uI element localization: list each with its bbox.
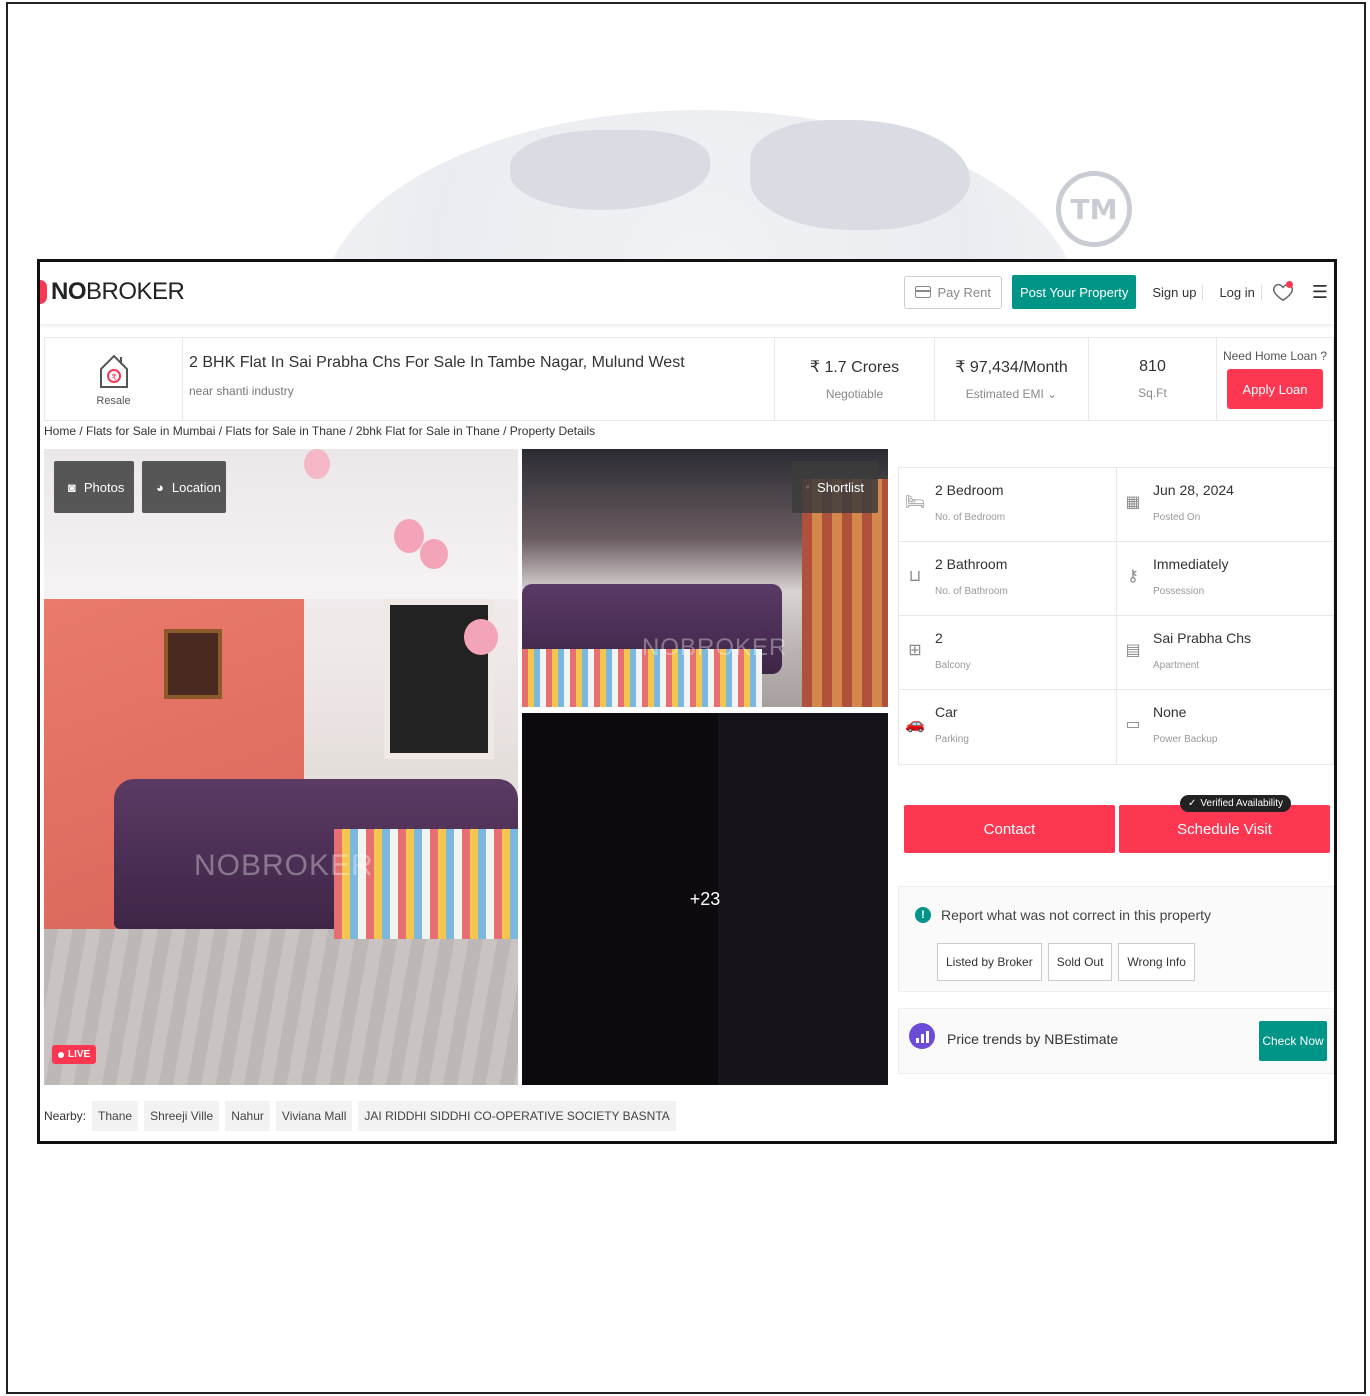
report-panel: ! Report what was not correct in this pr… [898,886,1334,992]
schedule-visit-button[interactable]: Schedule Visit [1119,805,1330,853]
report-sold-out-button[interactable]: Sold Out [1047,943,1113,981]
hamburger-menu-icon[interactable]: ☰ [1312,282,1328,303]
more-photos-tile[interactable]: +23 [522,713,888,1085]
property-details-grid: 🛏 2 Bedroom No. of Bedroom ▦ Jun 28, 2024… [898,467,1334,765]
home-loan-block: Need Home Loan ? Apply Loan [1217,338,1333,420]
camera-icon: ◙ [68,479,76,495]
property-landmark: near shanti industry [189,384,294,398]
home-loan-question: Need Home Loan ? [1222,349,1328,363]
report-heading: Report what was not correct in this prop… [941,907,1212,923]
detail-balcony: ⊞ 2 Balcony [899,616,1116,689]
trademark-mark: TM [1056,171,1132,247]
verified-availability-badge: ✓ Verified Availability [1180,795,1292,812]
price-trends-text: Price trends by NBEstimate [947,1031,1119,1047]
emi-block[interactable]: ₹ 97,434/Month Estimated EMI ⌄ [935,338,1089,420]
property-summary-bar: ₹ Resale 2 BHK Flat In Sai Prabha Chs Fo… [44,337,1334,421]
report-listed-by-broker-button[interactable]: Listed by Broker [937,943,1042,981]
apply-loan-button[interactable]: Apply Loan [1227,369,1323,409]
nobroker-logo[interactable]: NOBROKER [40,278,185,306]
contact-actions: Contact Schedule Visit [904,805,1330,853]
key-icon: ⚷ [1127,568,1139,585]
detail-posted-on: ▦ Jun 28, 2024 Posted On [1116,468,1333,541]
alert-icon: ! [915,907,931,923]
emi-label: Estimated EMI [965,387,1044,401]
photo-gallery: NOBROKER NOBROKER +23 ◙ Photos ◕ Locatio… [44,449,888,1085]
nearby-bar: Nearby: Thane Shreeji Ville Nahur Vivian… [44,1099,888,1133]
live-dot-icon [58,1051,64,1058]
detail-possession: ⚷ Immediately Possession [1116,542,1333,615]
pay-rent-button[interactable]: Pay Rent [904,275,1002,309]
details-row: 🚗 Car Parking ▭ None Power Backup [899,690,1333,764]
bathtub-icon: ⊔ [908,568,922,585]
screenshot-window: NOBROKER Pay Rent Post Your Property Sig… [37,259,1337,1144]
price-block: ₹ 1.7 Crores Negotiable [775,338,935,420]
building-icon: ▤ [1125,642,1141,659]
area-block: 810 Sq.Ft [1089,338,1217,420]
details-row: ⊔ 2 Bathroom No. of Bathroom ⚷ Immediatel… [899,542,1333,616]
bar-chart-icon [909,1023,935,1049]
price-trends-panel: Price trends by NBEstimate Check Now [898,1008,1334,1074]
breadcrumb[interactable]: Home / Flats for Sale in Mumbai / Flats … [44,424,595,438]
emi-value: ₹ 97,434/Month [955,359,1068,376]
heart-icon [806,485,809,489]
chevron-down-icon[interactable]: ⌄ [1047,387,1057,401]
house-rupee-icon: ₹ [99,354,128,388]
compass-icon: ◕ [156,479,164,495]
battery-icon: ▭ [1125,716,1141,733]
shortlist-heart-icon[interactable] [1272,281,1294,303]
nearby-label: Nearby: [44,1109,87,1123]
shortlist-button[interactable]: Shortlist [792,461,878,513]
log-in-link[interactable]: Log in [1213,284,1262,300]
location-button[interactable]: ◕ Location [142,461,226,513]
price-value: ₹ 1.7 Crores [809,359,900,376]
nearby-chip[interactable]: JAI RIDDHI SIDDHI CO-OPERATIVE SOCIETY B… [358,1101,676,1131]
area-unit: Sq.Ft [1138,386,1167,400]
price-label: Negotiable [825,387,884,401]
detail-parking: 🚗 Car Parking [905,704,969,745]
photos-button[interactable]: ◙ Photos [54,461,134,513]
report-wrong-info-button[interactable]: Wrong Info [1118,943,1195,981]
calendar-icon: ▦ [1125,494,1141,511]
detail-bedrooms: 🛏 2 Bedroom No. of Bedroom [904,482,1006,523]
detail-apartment: ▤ Sai Prabha Chs Apartment [1116,616,1333,689]
check-now-button[interactable]: Check Now [1259,1021,1327,1061]
more-photos-count: +23 [689,888,721,909]
contact-button[interactable]: Contact [904,805,1115,853]
report-options: Listed by Broker Sold Out Wrong Info [937,943,1195,981]
photo-watermark: NOBROKER [194,849,374,882]
post-your-property-button[interactable]: Post Your Property [1011,275,1137,309]
top-nav: Pay Rent Post Your Property Sign up Log … [904,274,1328,310]
background-globe-watermark [320,110,1080,260]
detail-power-backup: ▭ None Power Backup [1116,690,1333,764]
live-badge: LIVE [52,1045,97,1064]
details-row: ⊞ 2 Balcony ▤ Sai Prabha Chs Apartment [899,616,1333,690]
property-title-block: 2 BHK Flat In Sai Prabha Chs For Sale In… [183,338,775,420]
logo-mark-icon [40,280,47,304]
nearby-chip[interactable]: Viviana Mall [275,1101,353,1131]
balcony-icon: ⊞ [908,642,922,659]
nearby-chip[interactable]: Nahur [225,1101,270,1131]
bed-icon: 🛏 [904,494,926,511]
sign-up-link[interactable]: Sign up [1146,284,1204,300]
svg-text:₹: ₹ [111,373,116,382]
property-title: 2 BHK Flat In Sai Prabha Chs For Sale In… [189,354,685,371]
top-navbar: NOBROKER Pay Rent Post Your Property Sig… [40,262,1334,324]
resale-badge: ₹ Resale [45,338,183,420]
area-value: 810 [1139,358,1166,375]
car-icon: 🚗 [905,716,925,733]
nearby-chip[interactable]: Shreeji Ville [144,1101,220,1131]
card-icon [915,286,932,298]
check-circle-icon: ✓ [1188,798,1197,809]
nearby-chip[interactable]: Thane [92,1101,139,1131]
photo-watermark: NOBROKER [642,634,788,661]
detail-bathrooms: ⊔ 2 Bathroom No. of Bathroom [899,542,1116,615]
main-photo[interactable]: NOBROKER [44,449,518,1085]
details-row: 🛏 2 Bedroom No. of Bedroom ▦ Jun 28, 2024… [899,468,1333,542]
